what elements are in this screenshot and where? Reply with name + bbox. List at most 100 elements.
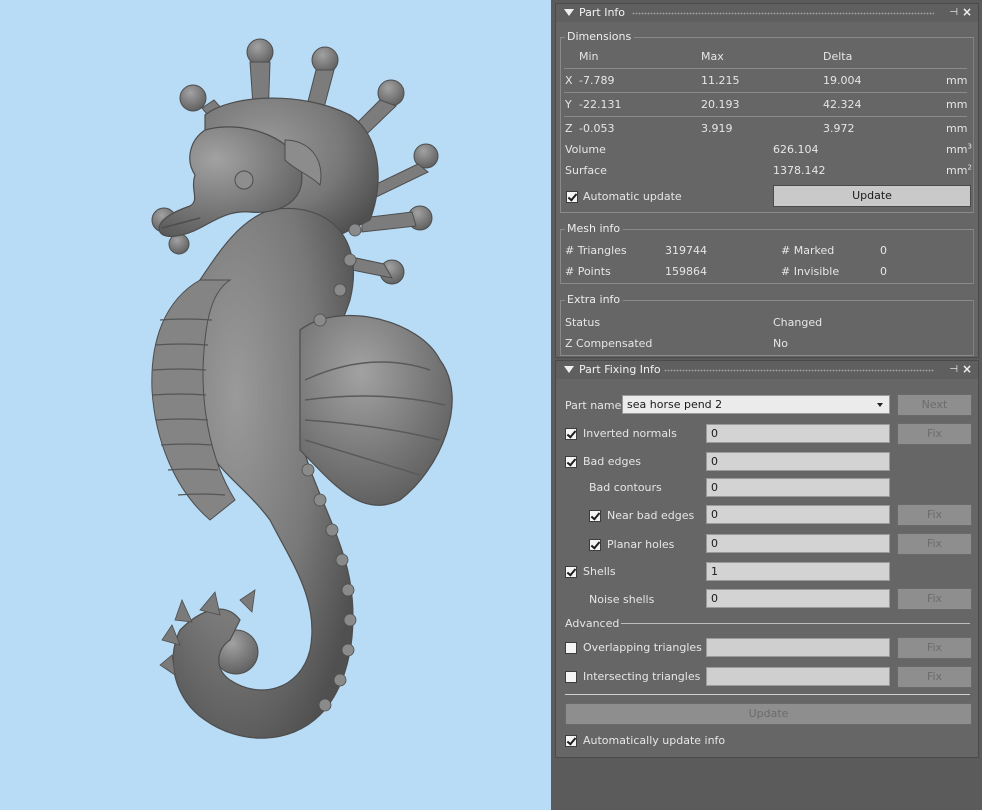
advanced-separator	[621, 623, 970, 624]
drag-grip[interactable]	[664, 369, 934, 372]
marked-value: 0	[880, 244, 887, 257]
intersecting-triangles-label: Intersecting triangles	[583, 670, 701, 683]
overlapping-triangles-field	[706, 638, 890, 657]
bad-contours-label: Bad contours	[589, 481, 662, 494]
intersecting-triangles-field	[706, 667, 890, 686]
near-bad-edges-field: 0	[706, 505, 890, 524]
status-value: Changed	[773, 316, 823, 329]
shells-field: 1	[706, 562, 890, 581]
shells-checkbox[interactable]	[565, 566, 577, 578]
near-bad-edges-checkbox[interactable]	[589, 510, 601, 522]
side-panel: Part Info ⊣ × Dimensions Min Max Delta X…	[551, 0, 982, 810]
inverted-normals-field: 0	[706, 424, 890, 443]
fix-near-bad-edges-button[interactable]: Fix	[897, 504, 972, 526]
part-info-panel: Part Info ⊣ × Dimensions Min Max Delta X…	[555, 3, 979, 358]
axis-label: Y	[565, 98, 572, 111]
overlapping-triangles-checkbox[interactable]	[565, 642, 577, 654]
z-max-value: 3.919	[701, 122, 733, 135]
fix-intersecting-triangles-button[interactable]: Fix	[897, 666, 972, 688]
x-min-value: -7.789	[579, 74, 615, 87]
axis-label: Z	[565, 122, 573, 135]
status-label: Status	[565, 316, 601, 329]
automatic-update-label: Automatic update	[583, 190, 682, 203]
inverted-normals-label: Inverted normals	[583, 427, 677, 440]
volume-unit: mm3	[946, 142, 972, 156]
panel-title: Part Fixing Info	[579, 363, 661, 376]
x-delta-value: 19.004	[823, 74, 862, 87]
noise-shells-label: Noise shells	[589, 593, 655, 606]
part-name-selected: sea horse pend 2	[627, 398, 723, 411]
volume-value: 626.104	[773, 143, 819, 156]
surface-label: Surface	[565, 164, 607, 177]
extra-info-group: Extra info Status Changed Z Compensated …	[560, 293, 974, 356]
separator	[564, 68, 967, 69]
pin-icon[interactable]: ⊣	[949, 7, 958, 18]
near-bad-edges-label: Near bad edges	[607, 509, 695, 522]
drag-grip[interactable]	[632, 12, 934, 15]
auto-update-info-label: Automatically update info	[583, 734, 726, 747]
seahorse-model	[151, 38, 453, 739]
z-compensated-label: Z Compensated	[565, 337, 653, 350]
x-max-value: 11.215	[701, 74, 740, 87]
automatic-update-checkbox[interactable]	[566, 191, 578, 203]
x-unit: mm	[946, 74, 968, 87]
z-compensated-value: No	[773, 337, 788, 350]
part-name-label: Part name	[565, 399, 622, 412]
shells-label: Shells	[583, 565, 616, 578]
invisible-value: 0	[880, 265, 887, 278]
close-icon[interactable]: ×	[962, 5, 972, 19]
z-min-value: -0.053	[579, 122, 615, 135]
fix-planar-holes-button[interactable]: Fix	[897, 533, 972, 555]
y-min-value: -22.131	[579, 98, 622, 111]
mesh-info-group: Mesh info # Triangles 319744 # Marked 0 …	[560, 222, 974, 284]
planar-holes-checkbox[interactable]	[589, 539, 601, 551]
next-button[interactable]: Next	[897, 394, 972, 416]
panel-title: Part Info	[579, 6, 626, 19]
part-fixing-header[interactable]: Part Fixing Info ⊣ ×	[556, 361, 978, 379]
auto-update-info-checkbox[interactable]	[565, 735, 577, 747]
axis-label: X	[565, 74, 573, 87]
surface-value: 1378.142	[773, 164, 826, 177]
fix-noise-shells-button[interactable]: Fix	[897, 588, 972, 610]
dimensions-group: Dimensions Min Max Delta X -7.789 11.215…	[560, 30, 974, 213]
z-unit: mm	[946, 122, 968, 135]
collapse-triangle-icon[interactable]	[564, 366, 574, 373]
group-title: Mesh info	[565, 222, 624, 235]
pin-icon[interactable]: ⊣	[949, 364, 958, 375]
z-delta-value: 3.972	[823, 122, 855, 135]
separator	[564, 116, 967, 117]
noise-shells-field: 0	[706, 589, 890, 608]
bad-edges-field: 0	[706, 452, 890, 471]
overlapping-triangles-label: Overlapping triangles	[583, 641, 702, 654]
y-max-value: 20.193	[701, 98, 740, 111]
fixing-update-button[interactable]: Update	[565, 703, 972, 725]
col-header-min: Min	[579, 50, 599, 63]
bad-edges-label: Bad edges	[583, 455, 641, 468]
separator	[565, 694, 970, 695]
bad-edges-checkbox[interactable]	[565, 456, 577, 468]
triangles-value: 319744	[665, 244, 707, 257]
planar-holes-field: 0	[706, 534, 890, 553]
marked-label: # Marked	[781, 244, 835, 257]
volume-label: Volume	[565, 143, 606, 156]
3d-viewport[interactable]: ···	[0, 0, 553, 810]
y-delta-value: 42.324	[823, 98, 862, 111]
points-value: 159864	[665, 265, 707, 278]
y-unit: mm	[946, 98, 968, 111]
part-info-header[interactable]: Part Info ⊣ ×	[556, 4, 978, 22]
update-button[interactable]: Update	[773, 185, 971, 207]
part-name-select[interactable]: sea horse pend 2	[622, 395, 890, 414]
fix-overlapping-triangles-button[interactable]: Fix	[897, 637, 972, 659]
close-icon[interactable]: ×	[962, 362, 972, 376]
col-header-delta: Delta	[823, 50, 853, 63]
group-title: Dimensions	[565, 30, 635, 43]
group-title: Extra info	[565, 293, 624, 306]
collapse-triangle-icon[interactable]	[564, 9, 574, 16]
bad-contours-field: 0	[706, 478, 890, 497]
advanced-label: Advanced	[565, 617, 620, 630]
intersecting-triangles-checkbox[interactable]	[565, 671, 577, 683]
inverted-normals-checkbox[interactable]	[565, 428, 577, 440]
fix-inverted-normals-button[interactable]: Fix	[897, 423, 972, 445]
triangles-label: # Triangles	[565, 244, 627, 257]
part-fixing-panel: Part Fixing Info ⊣ × Part name sea horse…	[555, 360, 979, 758]
